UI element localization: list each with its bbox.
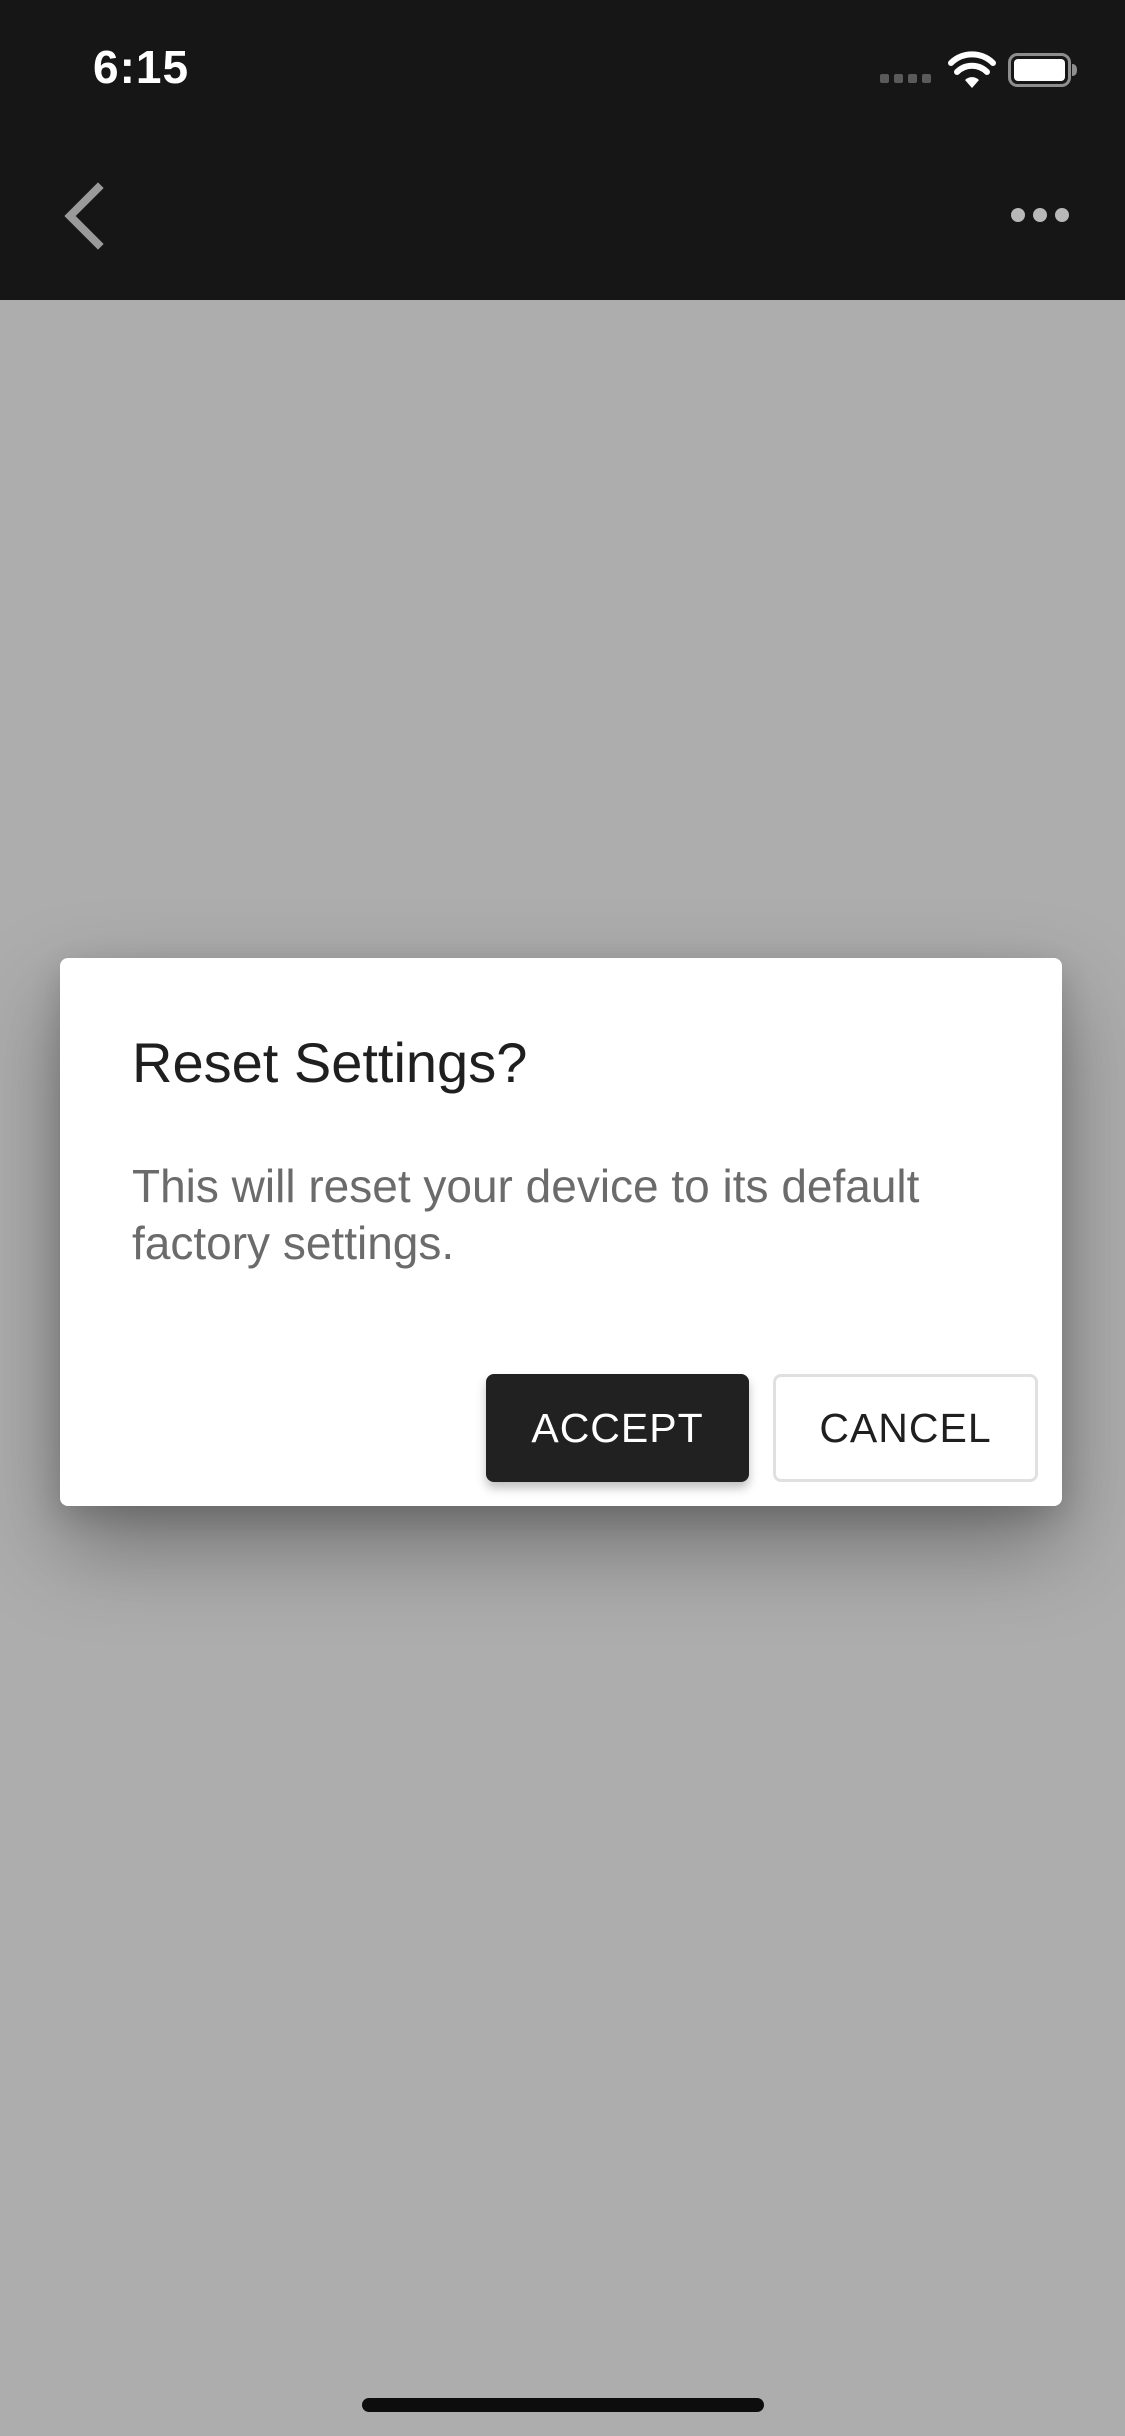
cancel-button[interactable]: CANCEL xyxy=(773,1374,1038,1482)
wifi-icon xyxy=(948,51,996,88)
battery-icon xyxy=(1008,53,1077,87)
top-app-bar: 6:15 xyxy=(0,0,1125,300)
dialog-message: This will reset your device to its defau… xyxy=(132,1160,920,1269)
chevron-left-icon xyxy=(64,182,104,250)
accept-button[interactable]: ACCEPT xyxy=(486,1374,749,1482)
status-time: 6:15 xyxy=(93,41,190,93)
cellular-signal-icon xyxy=(880,74,934,84)
home-indicator[interactable] xyxy=(362,2398,764,2412)
back-button[interactable] xyxy=(52,170,122,260)
more-horizontal-icon xyxy=(1011,208,1069,222)
reset-settings-dialog: Reset Settings? This will reset your dev… xyxy=(60,958,1062,1506)
more-options-button[interactable] xyxy=(1000,190,1080,240)
dialog-title: Reset Settings? xyxy=(132,1031,528,1094)
